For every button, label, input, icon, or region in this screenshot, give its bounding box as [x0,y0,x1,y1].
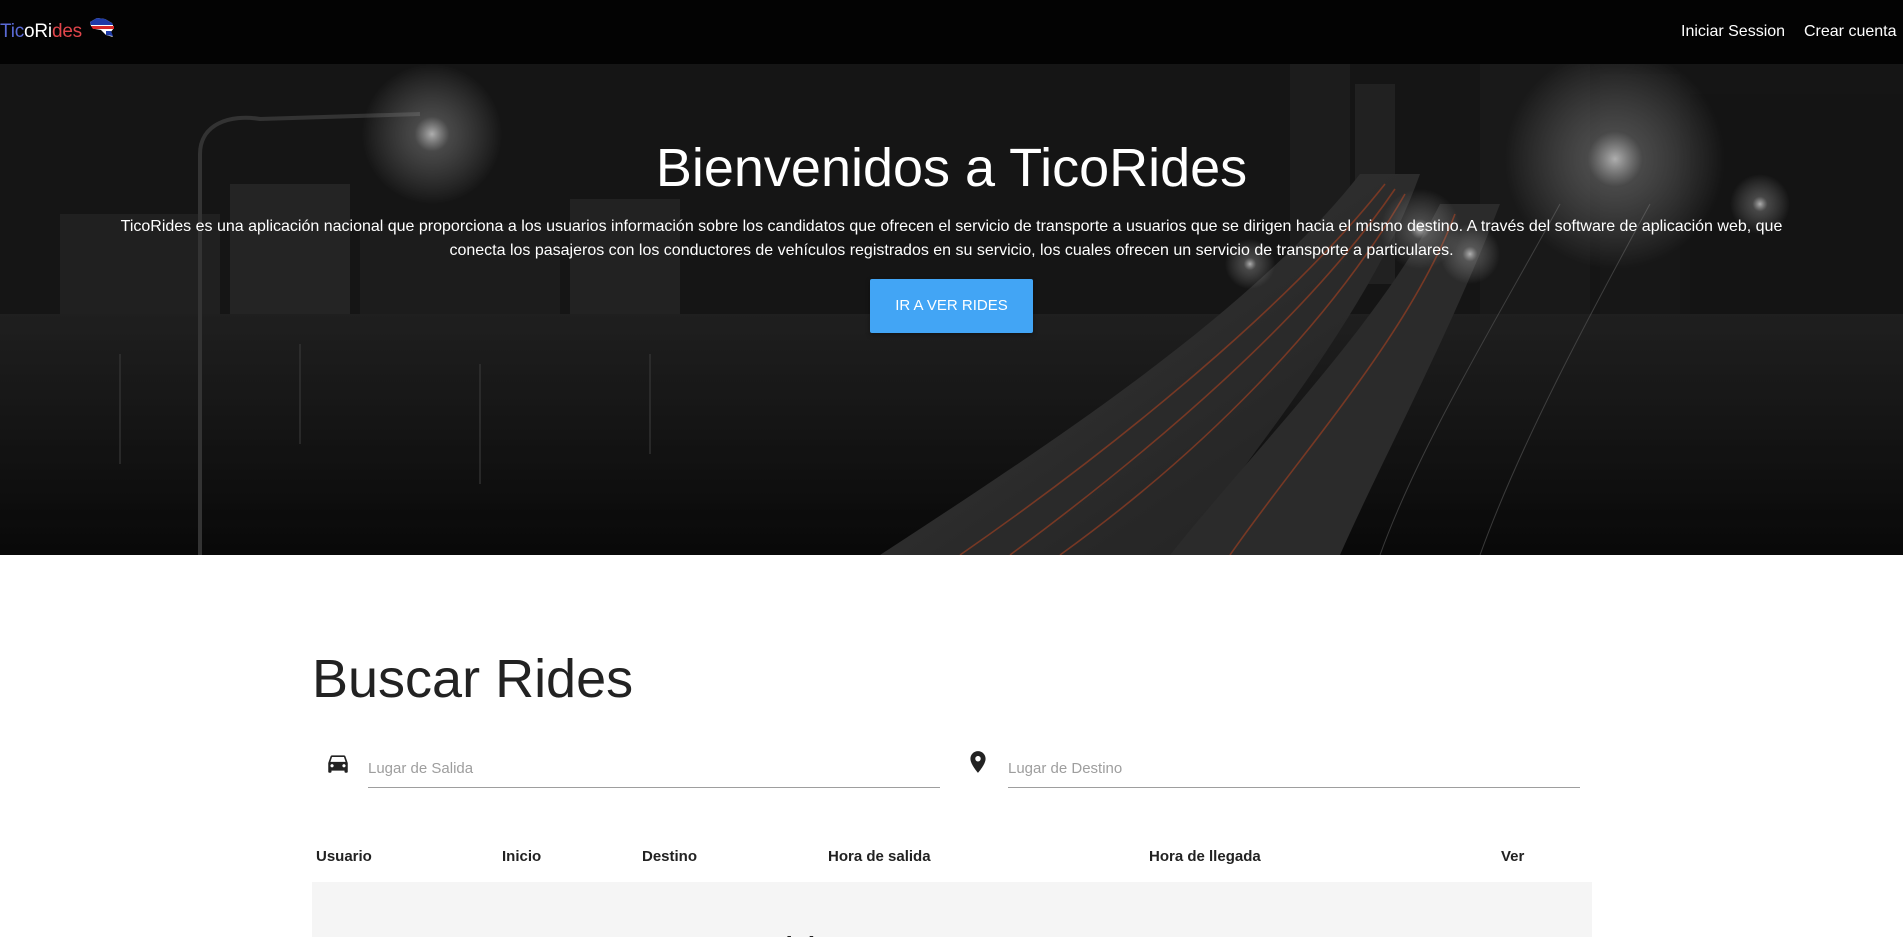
go-to-rides-button[interactable]: IR A VER RIDES [870,279,1033,333]
search-rides-title: Buscar Rides [312,649,634,709]
brand-part-1: Tic [0,21,25,42]
top-navbar: TicoRides Iniciar Session Crear cuenta [0,0,1903,64]
hero-banner: Bienvenidos a TicoRides TicoRides es una… [0,64,1903,555]
hero-title: Bienvenidos a TicoRides [655,138,1248,198]
brand-logo-text[interactable]: TicoRides [0,21,82,43]
rides-table-body: ... ride... [312,882,1592,937]
column-header-view: Ver [1501,848,1525,865]
column-header-departure-time: Hora de salida [828,848,931,865]
origin-input[interactable] [368,750,940,788]
column-header-start: Inicio [502,848,542,865]
login-link[interactable]: Iniciar Session [1681,22,1785,42]
location-pin-icon [970,751,986,773]
empty-rides-message: ... ride... [727,928,872,937]
car-icon [328,755,348,773]
column-header-arrival-time: Hora de llegada [1149,848,1261,865]
destination-input[interactable] [1008,750,1580,788]
column-header-user: Usuario [316,848,372,865]
hero-description: TicoRides es una aplicación nacional que… [120,218,1783,259]
costa-rica-map-flag-icon [90,18,114,37]
brand-part-3: des [51,21,82,42]
register-link[interactable]: Crear cuenta [1804,22,1897,42]
column-header-destination: Destino [642,848,698,865]
brand-part-2: oRi [24,21,52,42]
